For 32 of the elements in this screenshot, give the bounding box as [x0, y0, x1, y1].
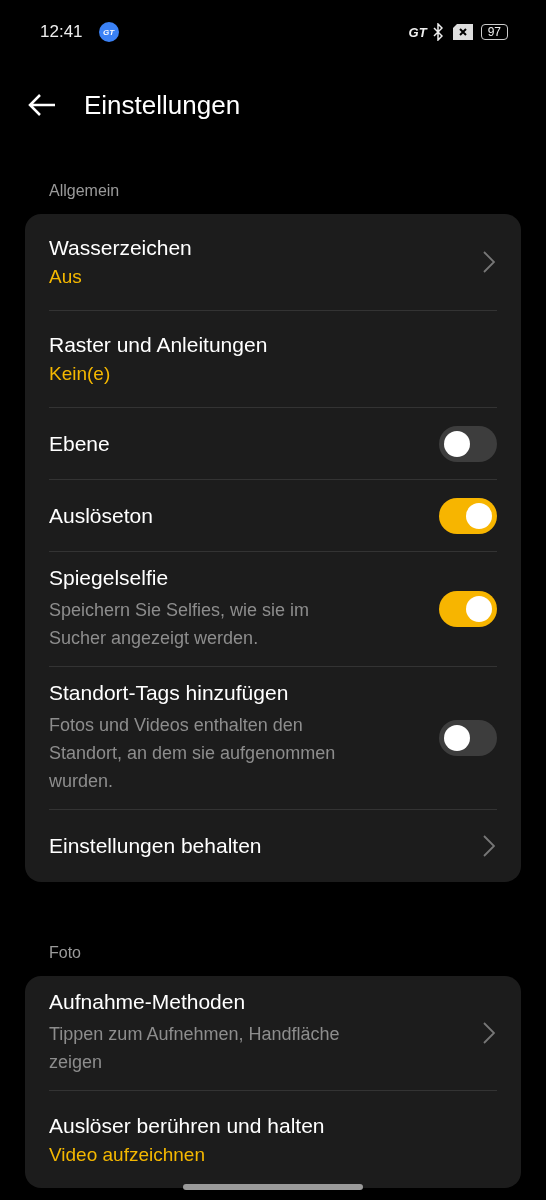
setting-title[interactable]: Ebene — [49, 431, 439, 456]
status-time: 12:41 — [40, 22, 83, 42]
setting-title[interactable]: Einstellungen behalten — [49, 834, 483, 858]
setting-title[interactable]: Auslöseton — [49, 503, 439, 528]
setting-title[interactable]: Spiegelselfie — [49, 566, 439, 590]
setting-description: Tippen zum Aufnehmen, Handfläche zeigen — [49, 1023, 341, 1074]
setting-title[interactable]: Auslöser berühren und halten — [49, 1113, 497, 1138]
chevron-icon — [483, 251, 495, 273]
chevron-icon — [483, 835, 495, 857]
toggle-switch[interactable] — [439, 591, 497, 627]
battery-level: 97 — [480, 24, 508, 40]
setting-title[interactable]: Standort-Tags hinzufügen — [49, 681, 439, 705]
toggle-switch[interactable] — [439, 497, 497, 534]
back-icon[interactable] — [28, 94, 56, 116]
section-label: Allgemein — [48, 181, 121, 201]
toggle-switch[interactable] — [439, 720, 497, 756]
page-title: Einstellungen — [84, 89, 241, 121]
setting-value: Video aufzeichnen — [49, 1143, 206, 1166]
setting-description: Speichern Sie Selfies, wie sie im Sucher angezeigt werden. — [49, 599, 311, 650]
setting-title[interactable]: Wasserzeichen — [49, 236, 483, 260]
setting-value: Aus — [49, 266, 83, 288]
setting-description: Fotos und Videos enthalten den Standort, an dem sie aufgenommen wurden. — [49, 714, 337, 793]
chevron-icon — [483, 1022, 495, 1044]
bluetooth-icon — [432, 23, 443, 41]
setting-title[interactable]: Raster und Anleitungen — [49, 333, 497, 357]
section-label: Foto — [48, 943, 82, 963]
setting-value: Kein(e) — [49, 363, 112, 385]
setting-title[interactable]: Aufnahme-Methoden — [49, 990, 483, 1014]
app-badge: GT — [98, 22, 119, 42]
sim-error-icon — [452, 24, 473, 40]
brand-mark: GT — [408, 24, 427, 40]
toggle-switch[interactable] — [439, 425, 497, 462]
